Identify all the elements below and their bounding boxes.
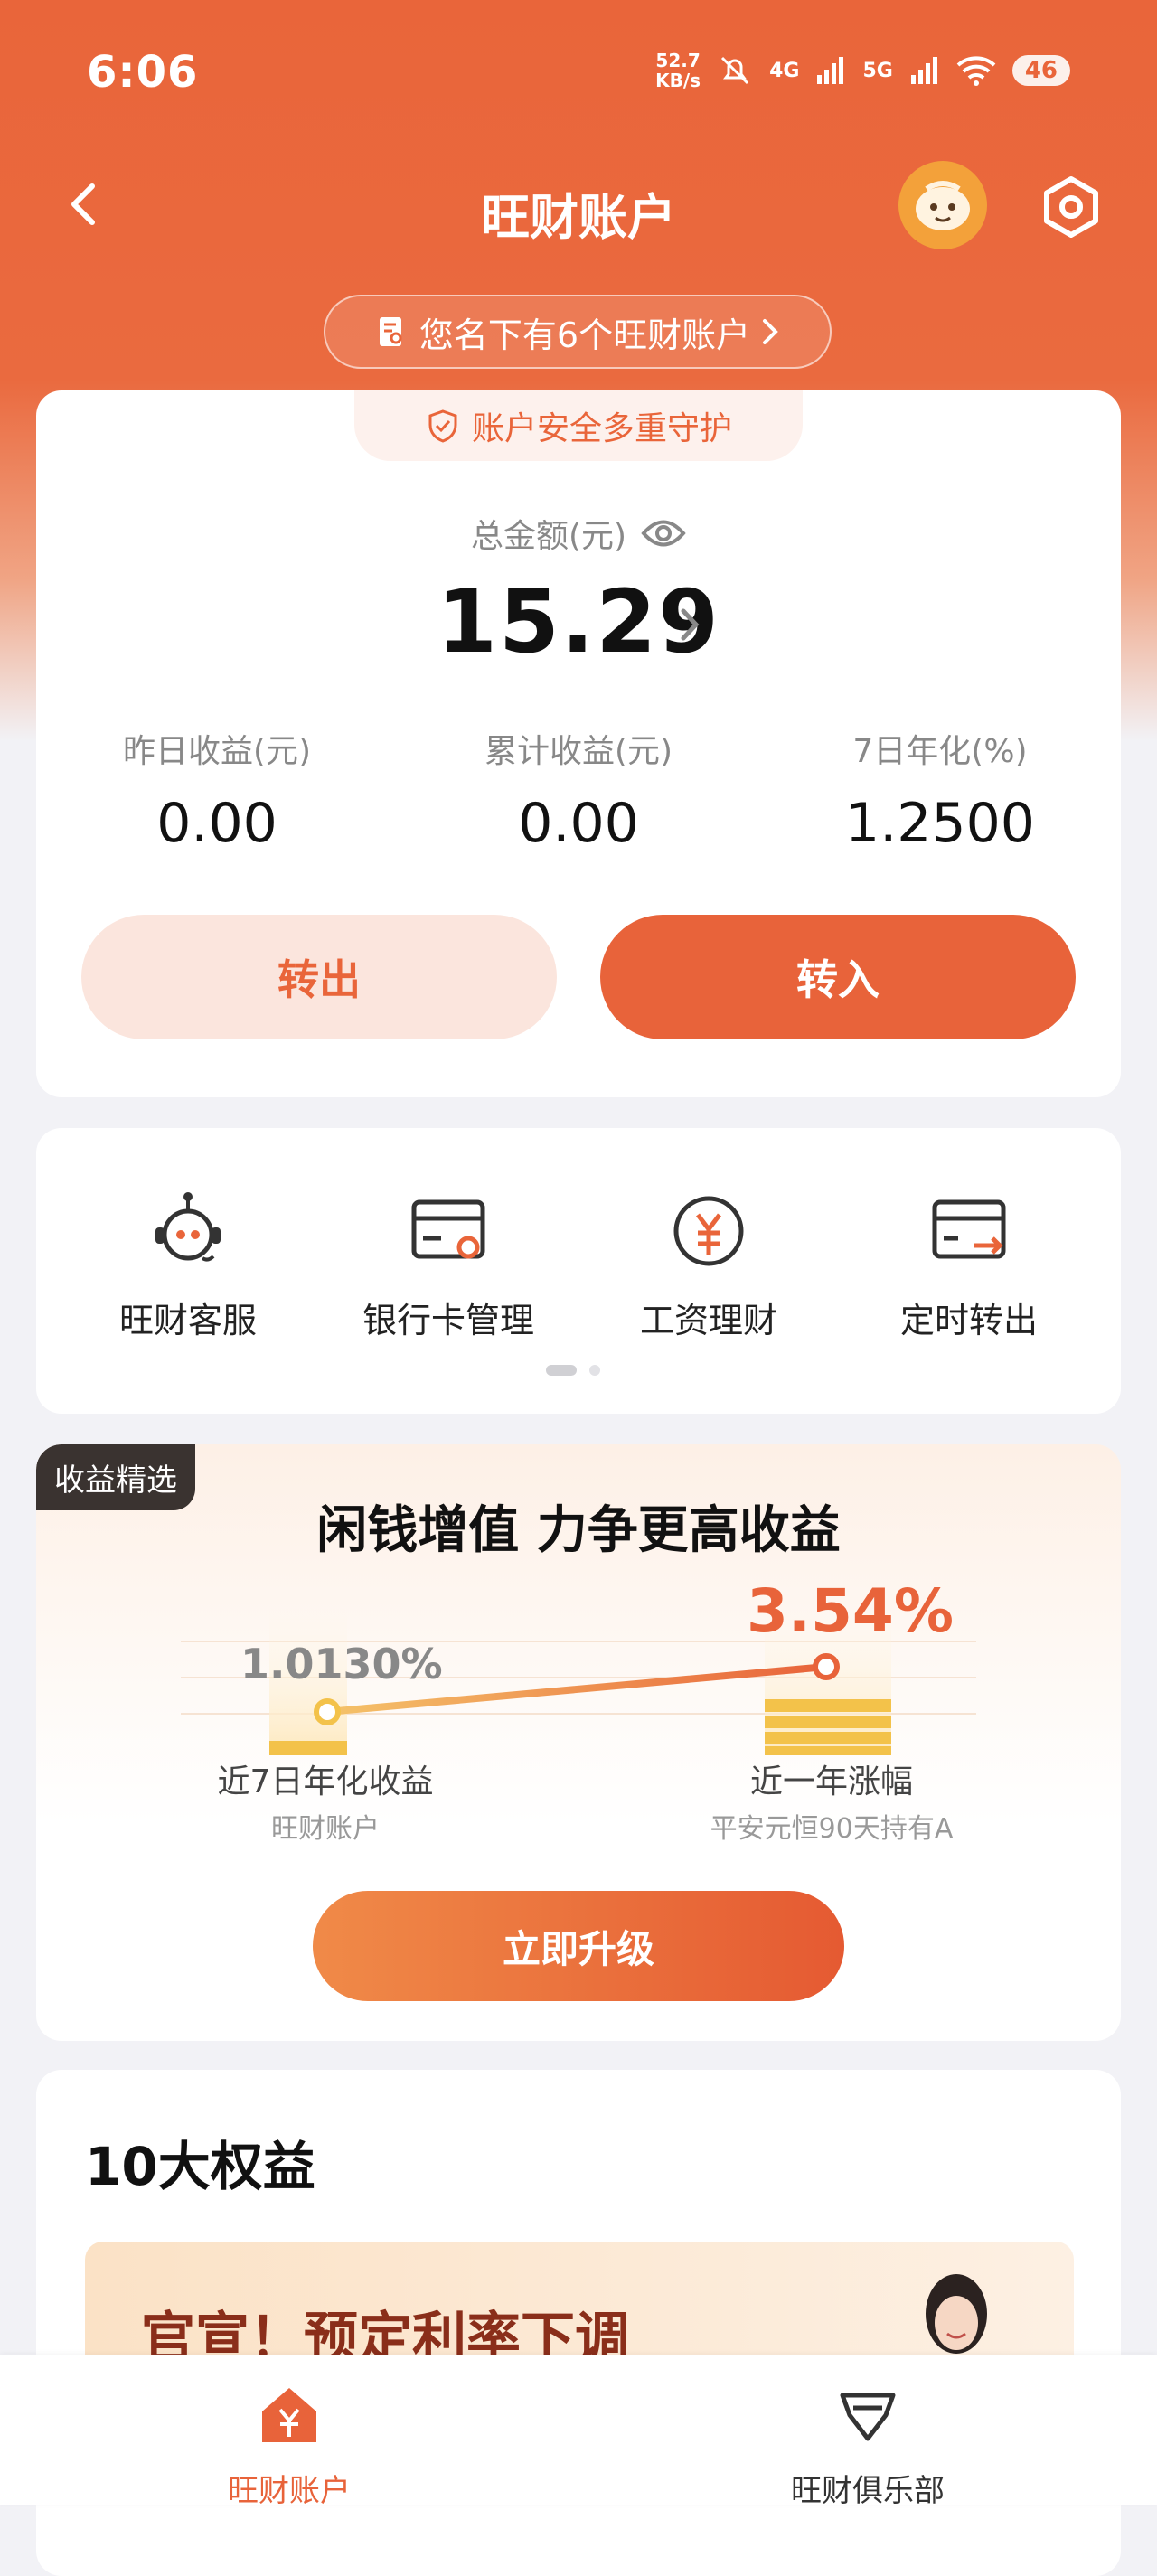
stats-row: 昨日收益(元) 0.00 累计收益(元) 0.00 7日年化(%) 1.2500 (36, 725, 1121, 855)
stat-label: 昨日收益(元) (122, 733, 312, 770)
eye-icon[interactable] (641, 518, 686, 549)
service-label: 工资理财 (639, 1301, 777, 1340)
services-grid: 旺财客服 银行卡管理 工资理财 定时转出 (36, 1188, 1121, 1342)
network-speed: 52.7 KB/s (655, 51, 701, 90)
service-customer-support[interactable]: 旺财客服 (71, 1188, 306, 1342)
robot-icon (155, 1192, 221, 1262)
benefits-title: 10大权益 (85, 2136, 315, 2197)
signal-icon (910, 57, 937, 84)
wifi-icon (956, 56, 996, 86)
accounts-notice-text: 您名下有6个旺财账户 (419, 315, 751, 355)
stat-cumulative: 累计收益(元) 0.00 (398, 725, 759, 855)
security-badge-text: 账户安全多重守护 (471, 410, 732, 447)
document-search-icon (379, 317, 402, 346)
tab-label: 旺财俱乐部 (791, 2473, 945, 2509)
bank-card-icon (411, 1199, 485, 1259)
diamond-icon (840, 2393, 896, 2441)
service-bank-card[interactable]: 银行卡管理 (331, 1188, 566, 1342)
header: 旺财账户 (0, 145, 1157, 262)
speed-value: 52.7 (655, 50, 701, 71)
left-caption: 近7日年化收益 旺财账户 (181, 1755, 470, 1846)
stat-value: 1.2500 (845, 792, 1035, 855)
page-dot (589, 1365, 600, 1376)
promo-card: 收益精选 闲钱增值 力争更高收益 1.0130% 3.54% 近7日年化收益 旺… (36, 1444, 1121, 2041)
service-salary-finance[interactable]: 工资理财 (591, 1188, 826, 1342)
network-5g-label: 5G (862, 59, 893, 82)
speed-unit: KB/s (655, 70, 701, 91)
left-rate-value: 1.0130% (240, 1640, 443, 1688)
stat-value: 0.00 (156, 792, 277, 855)
status-icons: 52.7 KB/s 4G 5G 46 (655, 51, 1070, 90)
account-summary-card: 账户安全多重守护 总金额(元) 15.29 昨日收益(元) 0.00 累计收益(… (36, 390, 1121, 1097)
services-card: 旺财客服 银行卡管理 工资理财 定时转出 (36, 1128, 1121, 1414)
shield-check-icon (428, 409, 457, 443)
promo-title: 闲钱增值 力争更高收益 (316, 1501, 841, 1560)
service-scheduled-transfer[interactable]: 定时转出 (851, 1188, 1086, 1342)
total-label-text: 总金额(元) (470, 518, 627, 555)
page-indicator (546, 1365, 600, 1376)
status-bar: 6:06 52.7 KB/s 4G 5G 46 (0, 0, 1157, 145)
chevron-right-icon[interactable] (676, 604, 703, 645)
yield-comparison-graphic (181, 1607, 976, 1755)
bottom-tab-bar: 旺财账户 旺财俱乐部 (0, 2355, 1157, 2509)
tab-wangcai-account[interactable]: 旺财账户 (108, 2381, 470, 2510)
yuan-coin-icon (673, 1196, 744, 1266)
service-label: 旺财客服 (118, 1301, 257, 1340)
assistant-mascot-icon (916, 181, 970, 230)
caption-main: 近一年涨幅 (749, 1763, 913, 1800)
stat-label: 7日年化(%) (852, 733, 1028, 770)
upgrade-button[interactable]: 立即升级 (313, 1891, 844, 2001)
service-label: 银行卡管理 (362, 1301, 534, 1340)
home-yuan-icon (262, 2388, 316, 2442)
right-rate-value: 3.54% (747, 1576, 954, 1646)
page-dot-active (546, 1365, 577, 1376)
assistant-avatar[interactable] (898, 161, 987, 249)
stat-yesterday: 昨日收益(元) 0.00 (36, 725, 398, 855)
chevron-right-icon (763, 319, 778, 344)
caption-sub: 旺财账户 (271, 1813, 380, 1845)
transfer-in-button[interactable]: 转入 (600, 915, 1076, 1039)
stat-label: 累计收益(元) (484, 733, 673, 770)
transfer-out-button[interactable]: 转出 (81, 915, 557, 1039)
service-label: 定时转出 (899, 1301, 1038, 1340)
tab-label: 旺财账户 (228, 2473, 351, 2509)
total-amount-value[interactable]: 15.29 (36, 571, 1121, 672)
card-transfer-icon (932, 1199, 1006, 1259)
security-badge[interactable]: 账户安全多重守护 (354, 390, 803, 461)
caption-main: 近7日年化收益 (217, 1763, 434, 1800)
tab-wangcai-club[interactable]: 旺财俱乐部 (687, 2381, 1049, 2510)
status-time: 6:06 (87, 47, 199, 98)
right-caption: 近一年涨幅 平安元恒90天持有A (660, 1755, 1003, 1846)
settings-icon[interactable] (1038, 174, 1105, 240)
caption-sub: 平安元恒90天持有A (710, 1813, 954, 1845)
stat-value: 0.00 (518, 792, 639, 855)
mute-bell-icon (721, 56, 749, 85)
stat-7day-annualized: 7日年化(%) 1.2500 (759, 725, 1121, 855)
total-amount-label: 总金额(元) (36, 510, 1121, 557)
battery-level: 46 (1011, 55, 1070, 86)
accounts-notice-button[interactable]: 您名下有6个旺财账户 (324, 295, 832, 369)
signal-icon (817, 57, 844, 84)
network-4g-label: 4G (769, 59, 800, 82)
